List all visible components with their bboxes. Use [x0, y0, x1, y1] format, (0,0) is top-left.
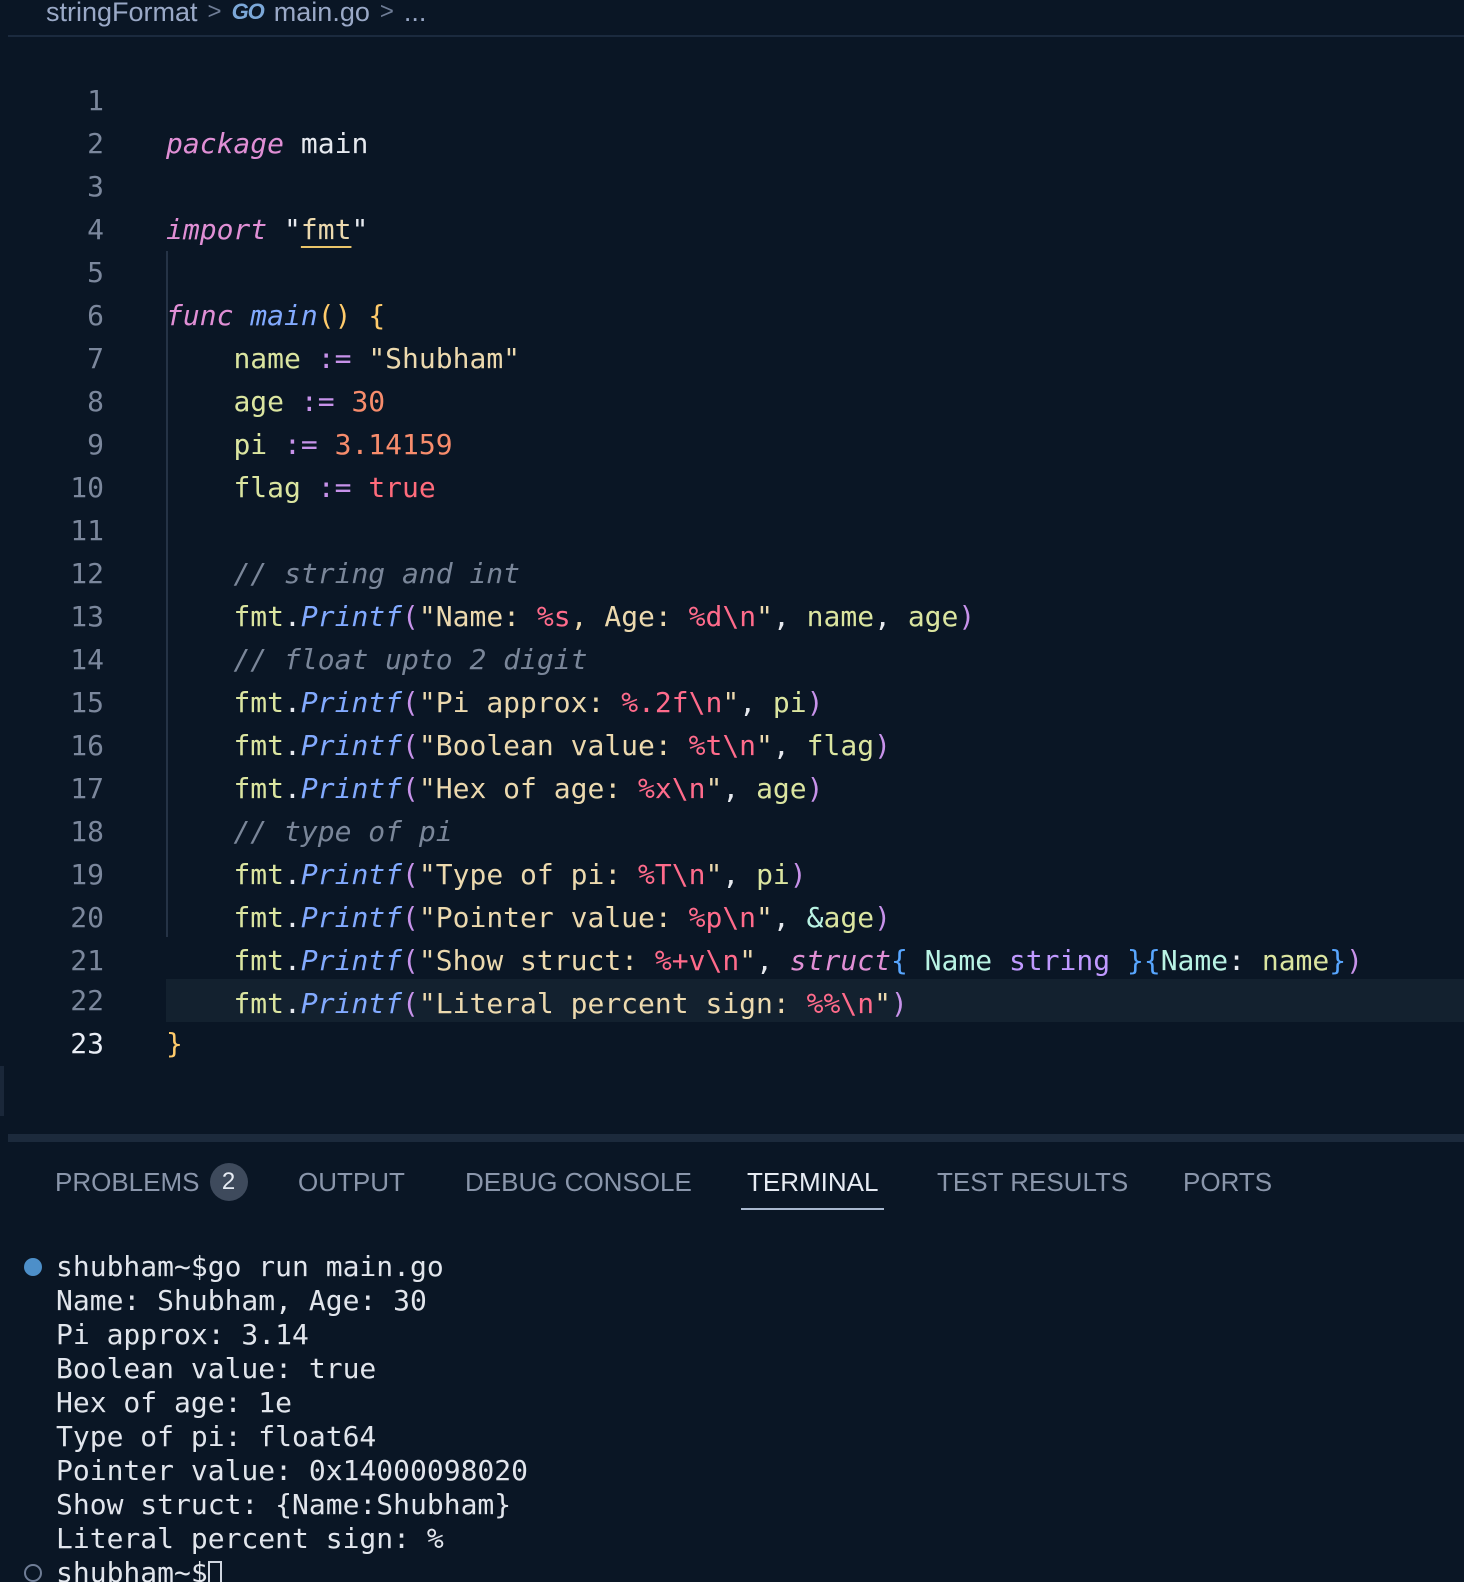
terminal-line: Name: Shubham, Age: 30 [56, 1284, 427, 1317]
breadcrumb-folder[interactable]: stringFormat [46, 0, 198, 28]
tab-debug-console[interactable]: DEBUG CONSOLE [465, 1164, 692, 1212]
breadcrumb: stringFormat > GO main.go > ... [46, 0, 426, 32]
code-line-19: 19 fmt.Printf("Pointer value: %p\n", &ag… [0, 810, 1464, 934]
code-line-11: 11 // string and int [0, 466, 1464, 590]
code-line-20: 20 fmt.Printf("Show struct: %+v\n", stru… [0, 853, 1464, 977]
tab-terminal[interactable]: TERMINAL [740, 1164, 885, 1212]
code-line-3: 3 import "fmt" [0, 122, 1464, 246]
code-line-5: 5 func main() { [0, 208, 1464, 332]
code-line-10: 10 [0, 423, 1464, 504]
tab-test-results[interactable]: TEST RESULTS [937, 1164, 1128, 1212]
terminal-cursor [207, 1561, 222, 1582]
terminal-output[interactable]: shubham~$go run main.go Name: Shubham, A… [0, 1250, 1464, 1582]
code-line-7: 7 age := 30 [0, 294, 1464, 418]
panel-sash[interactable] [8, 1134, 1464, 1142]
terminal-line: Show struct: {Name:Shubham} [56, 1488, 512, 1521]
tab-label: PORTS [1183, 1167, 1273, 1197]
code-line-21: 21 fmt.Printf("Literal percent sign: %%\… [0, 896, 1464, 1020]
code-line-1: 1 package main [0, 36, 1464, 160]
terminal-line: Literal percent sign: % [56, 1522, 444, 1555]
problems-count-badge: 2 [209, 1163, 248, 1202]
tab-label: TEST RESULTS [937, 1167, 1129, 1197]
go-file-icon: GO [231, 0, 265, 24]
command-success-icon[interactable] [24, 1258, 42, 1276]
code-line-15: 15 fmt.Printf("Boolean value: %t\n", fla… [0, 638, 1464, 762]
terminal-line: Pointer value: 0x14000098020 [56, 1454, 529, 1487]
tab-label: DEBUG CONSOLE [465, 1167, 692, 1197]
tab-ports[interactable]: PORTS [1183, 1164, 1272, 1212]
tab-output[interactable]: OUTPUT [298, 1164, 405, 1212]
brace: } [166, 1027, 183, 1060]
terminal-command: shubham~$go run main.go [56, 1250, 444, 1283]
code-line-16: 16 fmt.Printf("Hex of age: %x\n", age) [0, 681, 1464, 805]
code-line-17: 17 // type of pi [0, 724, 1464, 848]
code-line-23: 23 [0, 979, 1464, 1060]
code-line-14: 14 fmt.Printf("Pi approx: %.2f\n", pi) [0, 595, 1464, 719]
line-number: 23 [70, 1027, 104, 1060]
terminal-line: Boolean value: true [56, 1352, 377, 1385]
prompt-text: shubham~$ [56, 1556, 208, 1582]
tab-label: TERMINAL [747, 1167, 879, 1197]
breadcrumb-file[interactable]: main.go [274, 0, 370, 28]
breadcrumb-more[interactable]: ... [404, 0, 427, 28]
code-editor[interactable]: 1 package main 2 3 import "fmt" 4 5 func… [0, 36, 1464, 1136]
code-line-22: 22 } [0, 936, 1464, 1060]
code-line-9: 9 flag := true [0, 380, 1464, 504]
code-line-8: 8 pi := 3.14159 [0, 337, 1464, 461]
code-line-6: 6 name := "Shubham" [0, 251, 1464, 375]
code-line-13: 13 // float upto 2 digit [0, 552, 1464, 676]
code-line-2: 2 [0, 79, 1464, 160]
panel-tabs: PROBLEMS 2 OUTPUT DEBUG CONSOLE TERMINAL … [0, 1142, 1464, 1222]
code-line-18: 18 fmt.Printf("Type of pi: %T\n", pi) [0, 767, 1464, 891]
terminal-prompt[interactable]: shubham~$ [56, 1556, 222, 1582]
tab-label: PROBLEMS [55, 1167, 200, 1197]
code-line-12: 12 fmt.Printf("Name: %s, Age: %d\n", nam… [0, 509, 1464, 633]
terminal-line: Type of pi: float64 [56, 1420, 377, 1453]
command-pending-icon[interactable] [24, 1564, 42, 1582]
code-line-4: 4 [0, 165, 1464, 246]
tab-problems[interactable]: PROBLEMS 2 [55, 1163, 248, 1212]
terminal-line: Pi approx: 3.14 [56, 1318, 309, 1351]
terminal-line: Hex of age: 1e [56, 1386, 293, 1419]
tab-label: OUTPUT [298, 1167, 405, 1197]
scrollbar[interactable] [0, 1066, 4, 1116]
chevron-right-icon: > [379, 0, 394, 25]
chevron-right-icon: > [207, 0, 222, 25]
